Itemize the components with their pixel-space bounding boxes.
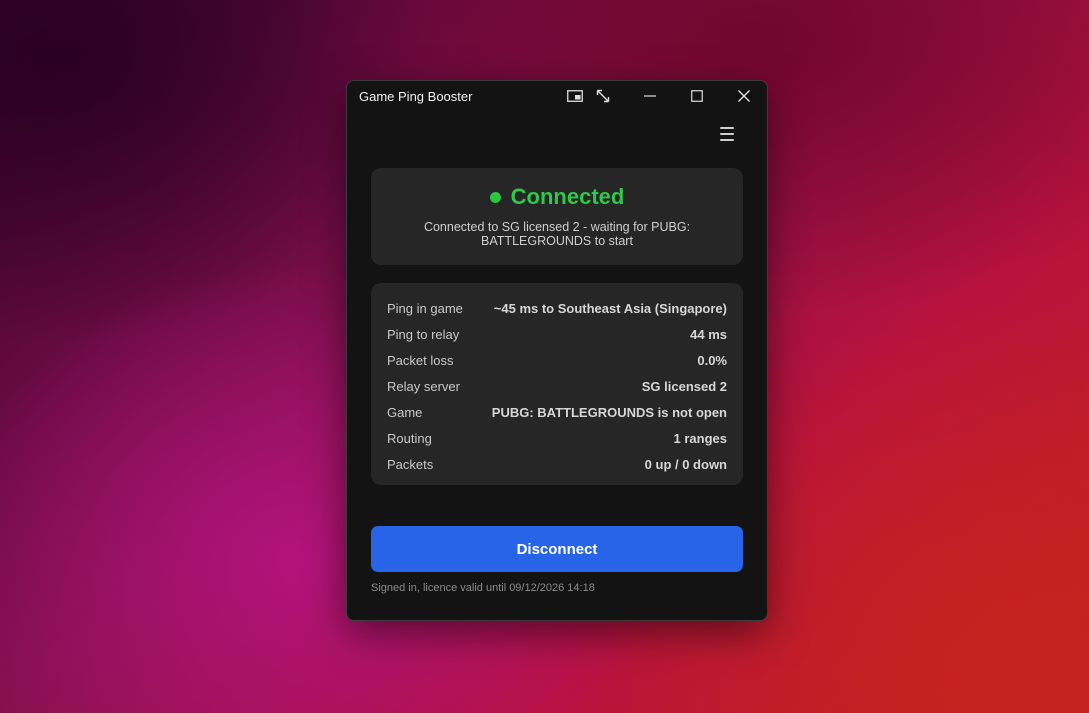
stat-value: 44 ms (690, 326, 727, 342)
close-icon[interactable] (731, 85, 757, 107)
stat-label: Game (387, 404, 423, 420)
stat-value: 0 up / 0 down (644, 456, 727, 472)
picture-in-picture-icon[interactable] (562, 85, 588, 107)
stat-row-ping-in-game: Ping in game ~45 ms to Southeast Asia (S… (387, 295, 727, 321)
stat-label: Packets (387, 456, 434, 472)
title-bar[interactable]: Game Ping Booster (347, 81, 767, 111)
status-title: Connected (510, 184, 625, 209)
status-dot-icon (489, 191, 501, 203)
minimize-icon[interactable] (637, 85, 663, 107)
status-line: Connected (371, 184, 743, 210)
stat-value: PUBG: BATTLEGROUNDS is not open (491, 404, 727, 420)
disconnect-button[interactable]: Disconnect (371, 526, 743, 572)
stat-label: Ping in game (387, 300, 463, 316)
stat-value: ~45 ms to Southeast Asia (Singapore) (493, 300, 727, 316)
status-card: Connected Connected to SG licensed 2 - w… (371, 168, 743, 265)
stat-row-routing: Routing 1 ranges (387, 425, 727, 451)
stat-value: 1 ranges (673, 430, 727, 446)
stat-value: 0.0% (697, 352, 727, 368)
hamburger-menu-icon[interactable] (717, 125, 737, 143)
app-window: Game Ping Booster Connected Connected to… (346, 80, 768, 621)
stat-row-packets: Packets 0 up / 0 down (387, 451, 727, 477)
stats-card: Ping in game ~45 ms to Southeast Asia (S… (371, 283, 743, 485)
maximize-icon[interactable] (684, 85, 710, 107)
expand-icon[interactable] (590, 85, 616, 107)
stat-value: SG licensed 2 (641, 378, 727, 394)
status-subtitle: Connected to SG licensed 2 - waiting for… (423, 220, 691, 248)
stat-row-relay-server: Relay server SG licensed 2 (387, 373, 727, 399)
stat-row-game: Game PUBG: BATTLEGROUNDS is not open (387, 399, 727, 425)
licence-status-text: Signed in, licence valid until 09/12/202… (371, 582, 595, 594)
stat-row-ping-to-relay: Ping to relay 44 ms (387, 321, 727, 347)
stat-label: Ping to relay (387, 326, 460, 342)
stat-row-packet-loss: Packet loss 0.0% (387, 347, 727, 373)
stat-label: Routing (387, 430, 432, 446)
stat-label: Packet loss (387, 352, 454, 368)
window-title: Game Ping Booster (359, 89, 473, 104)
stat-label: Relay server (387, 378, 460, 394)
